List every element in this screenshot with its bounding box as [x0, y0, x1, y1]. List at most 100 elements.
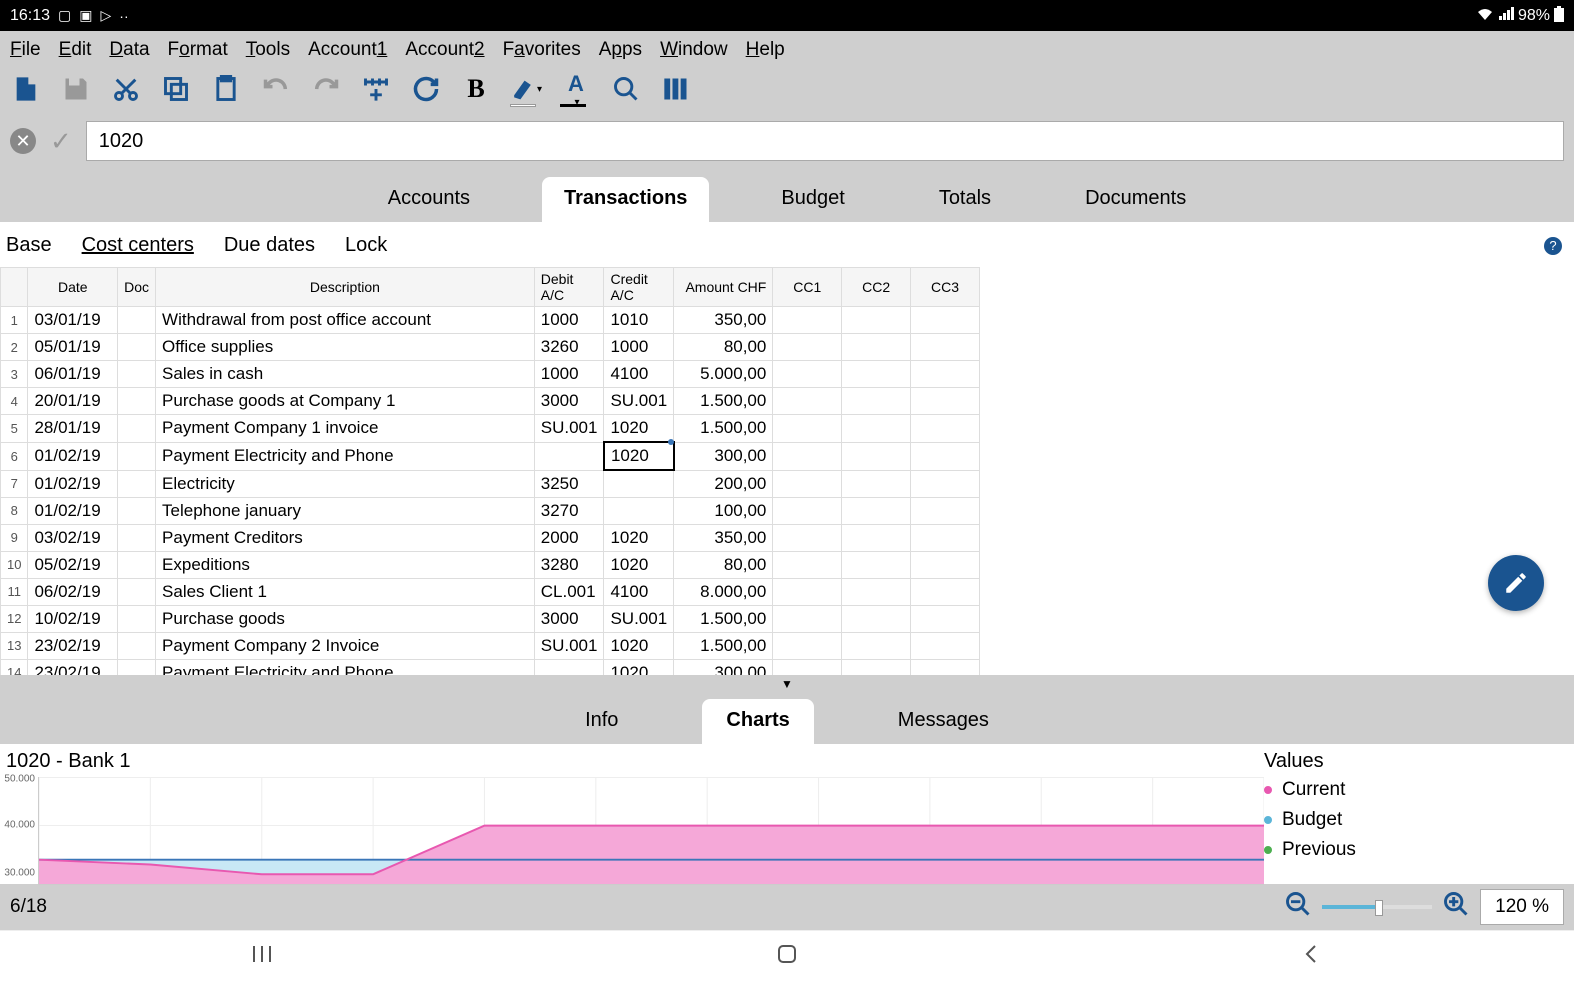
- edit-fab[interactable]: [1488, 555, 1544, 611]
- tab-documents[interactable]: Documents: [1063, 177, 1208, 222]
- copy-icon[interactable]: [160, 73, 192, 105]
- cell-credit[interactable]: 1010: [604, 307, 674, 334]
- paste-icon[interactable]: [210, 73, 242, 105]
- cell-desc[interactable]: Payment Electricity and Phone: [156, 442, 535, 470]
- col-cc2[interactable]: CC2: [842, 268, 911, 307]
- cell-cc3[interactable]: [911, 578, 980, 605]
- cell-cc1[interactable]: [773, 605, 842, 632]
- tab-budget[interactable]: Budget: [759, 177, 866, 222]
- cell-desc[interactable]: Payment Company 2 Invoice: [156, 632, 535, 659]
- cell-cc2[interactable]: [842, 497, 911, 524]
- tab-charts[interactable]: Charts: [702, 699, 813, 744]
- undo-icon[interactable]: [260, 73, 292, 105]
- cell-amount[interactable]: 350,00: [674, 524, 773, 551]
- cell-doc[interactable]: [118, 659, 156, 674]
- highlight-icon[interactable]: ▾: [510, 73, 542, 105]
- refresh-icon[interactable]: [410, 73, 442, 105]
- zoom-out-icon[interactable]: [1284, 890, 1312, 923]
- cell-doc[interactable]: [118, 605, 156, 632]
- cell-n[interactable]: 2: [1, 334, 28, 361]
- cell-n[interactable]: 14: [1, 659, 28, 674]
- cell-credit[interactable]: 4100: [604, 361, 674, 388]
- cell-cc2[interactable]: [842, 388, 911, 415]
- cell-cc3[interactable]: [911, 307, 980, 334]
- table-row[interactable]: 903/02/19Payment Creditors20001020350,00: [1, 524, 980, 551]
- cell-desc[interactable]: Telephone january: [156, 497, 535, 524]
- cell-cc1[interactable]: [773, 415, 842, 443]
- cell-n[interactable]: 6: [1, 442, 28, 470]
- cell-cc3[interactable]: [911, 388, 980, 415]
- cell-date[interactable]: 01/02/19: [28, 442, 118, 470]
- cell-date[interactable]: 06/01/19: [28, 361, 118, 388]
- menu-apps[interactable]: Apps: [599, 39, 642, 61]
- cell-desc[interactable]: Purchase goods: [156, 605, 535, 632]
- cell-doc[interactable]: [118, 632, 156, 659]
- table-row[interactable]: 420/01/19Purchase goods at Company 13000…: [1, 388, 980, 415]
- cell-debit[interactable]: 3270: [534, 497, 604, 524]
- cell-date[interactable]: 05/02/19: [28, 551, 118, 578]
- cell-cc2[interactable]: [842, 415, 911, 443]
- table-row[interactable]: 103/01/19Withdrawal from post office acc…: [1, 307, 980, 334]
- cell-cc1[interactable]: [773, 442, 842, 470]
- cell-doc[interactable]: [118, 551, 156, 578]
- columns-icon[interactable]: [660, 73, 692, 105]
- nav-back-icon[interactable]: [1300, 942, 1324, 973]
- cell-doc[interactable]: [118, 442, 156, 470]
- col-debit[interactable]: Debit A/C: [534, 268, 604, 307]
- cell-credit[interactable]: 1020: [604, 415, 674, 443]
- cell-n[interactable]: 11: [1, 578, 28, 605]
- accept-icon[interactable]: ✓: [50, 126, 72, 157]
- help-icon[interactable]: ?: [1544, 237, 1562, 255]
- cell-amount[interactable]: 1.500,00: [674, 605, 773, 632]
- cell-amount[interactable]: 80,00: [674, 334, 773, 361]
- col-cc1[interactable]: CC1: [773, 268, 842, 307]
- cell-n[interactable]: 4: [1, 388, 28, 415]
- legend-previous[interactable]: Previous: [1264, 839, 1574, 861]
- cell-debit[interactable]: 1000: [534, 307, 604, 334]
- cell-credit[interactable]: 1020: [604, 551, 674, 578]
- cell-cc3[interactable]: [911, 470, 980, 497]
- cell-doc[interactable]: [118, 307, 156, 334]
- subtab-lock[interactable]: Lock: [345, 234, 387, 257]
- tab-totals[interactable]: Totals: [917, 177, 1013, 222]
- cell-cc2[interactable]: [842, 605, 911, 632]
- table-row[interactable]: 205/01/19Office supplies3260100080,00: [1, 334, 980, 361]
- cell-cc3[interactable]: [911, 361, 980, 388]
- chevron-down-icon[interactable]: ▾: [537, 84, 542, 95]
- cell-doc[interactable]: [118, 497, 156, 524]
- zoom-value[interactable]: 120 %: [1480, 889, 1564, 925]
- cell-cc1[interactable]: [773, 632, 842, 659]
- cell-date[interactable]: 28/01/19: [28, 415, 118, 443]
- table-row[interactable]: 528/01/19Payment Company 1 invoiceSU.001…: [1, 415, 980, 443]
- cell-credit[interactable]: 1020: [604, 659, 674, 674]
- cell-cc1[interactable]: [773, 524, 842, 551]
- cell-date[interactable]: 01/02/19: [28, 470, 118, 497]
- cell-cc2[interactable]: [842, 470, 911, 497]
- cell-cc2[interactable]: [842, 578, 911, 605]
- cell-doc[interactable]: [118, 334, 156, 361]
- cell-amount[interactable]: 8.000,00: [674, 578, 773, 605]
- cell-debit[interactable]: 2000: [534, 524, 604, 551]
- cancel-icon[interactable]: ✕: [10, 128, 36, 154]
- cell-debit[interactable]: CL.001: [534, 578, 604, 605]
- search-icon[interactable]: [610, 73, 642, 105]
- cell-debit[interactable]: 3000: [534, 605, 604, 632]
- table-row[interactable]: 801/02/19Telephone january3270100,00: [1, 497, 980, 524]
- cell-debit[interactable]: 1000: [534, 361, 604, 388]
- tab-info[interactable]: Info: [561, 699, 642, 744]
- zoom-in-icon[interactable]: [1442, 890, 1470, 923]
- table-row[interactable]: 1423/02/19Payment Electricity and Phone1…: [1, 659, 980, 674]
- cell-cc3[interactable]: [911, 659, 980, 674]
- menu-account1[interactable]: Account1: [308, 39, 387, 61]
- cell-cc3[interactable]: [911, 632, 980, 659]
- cell-debit[interactable]: 3280: [534, 551, 604, 578]
- cell-debit[interactable]: 3260: [534, 334, 604, 361]
- cell-cc1[interactable]: [773, 334, 842, 361]
- new-file-icon[interactable]: [10, 73, 42, 105]
- cell-doc[interactable]: [118, 578, 156, 605]
- cell-n[interactable]: 1: [1, 307, 28, 334]
- cell-n[interactable]: 7: [1, 470, 28, 497]
- cell-cc2[interactable]: [842, 551, 911, 578]
- cell-credit[interactable]: 1000: [604, 334, 674, 361]
- cell-credit[interactable]: 4100: [604, 578, 674, 605]
